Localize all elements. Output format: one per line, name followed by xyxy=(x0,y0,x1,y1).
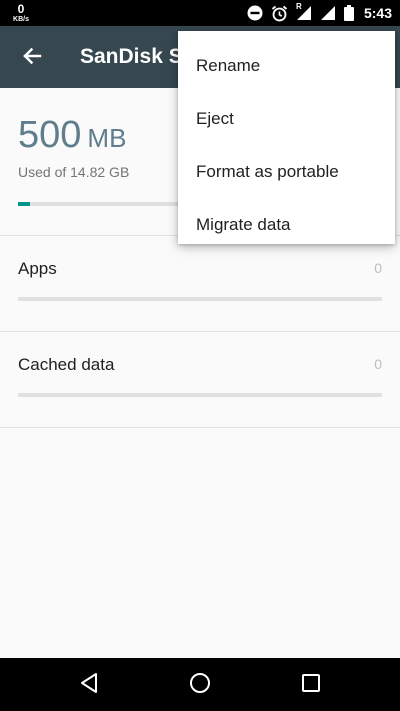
nav-back-button[interactable] xyxy=(69,669,109,701)
storage-used-of: Used of 14.82 GB xyxy=(18,164,130,180)
arrow-back-icon xyxy=(22,46,42,71)
signal-icon: R xyxy=(295,2,312,21)
back-triangle-icon xyxy=(79,672,99,699)
menu-item-eject[interactable]: Eject xyxy=(178,92,395,145)
back-button[interactable] xyxy=(12,38,52,78)
status-clock: 5:43 xyxy=(363,5,392,21)
nav-home-button[interactable] xyxy=(180,669,220,701)
recents-square-icon xyxy=(301,673,321,698)
list-item-value: 0 xyxy=(374,260,382,276)
storage-used-amount: 500 MB xyxy=(18,114,126,157)
list-item-bar xyxy=(18,393,382,397)
roaming-indicator: R xyxy=(295,2,302,11)
home-circle-icon xyxy=(189,672,211,699)
list-item-label: Apps xyxy=(18,259,57,278)
status-bar: 0 KB/s R 5:43 xyxy=(0,0,400,26)
storage-used-unit: MB xyxy=(87,123,127,153)
list-item-bar xyxy=(18,297,382,301)
status-icons: R 5:43 xyxy=(247,0,392,26)
divider xyxy=(0,427,400,428)
battery-icon xyxy=(343,5,354,21)
storage-progress-fill xyxy=(18,202,30,206)
list-item-label: Cached data xyxy=(18,355,115,374)
do-not-disturb-icon xyxy=(247,5,263,21)
storage-used-value: 500 xyxy=(18,114,82,156)
menu-item-format-as-portable[interactable]: Format as portable xyxy=(178,145,395,198)
nav-recents-button[interactable] xyxy=(291,669,331,701)
overflow-menu: Rename Eject Format as portable Migrate … xyxy=(178,31,395,244)
menu-item-rename[interactable]: Rename xyxy=(178,39,395,92)
list-item-value: 0 xyxy=(374,356,382,372)
network-speed-unit: KB/s xyxy=(13,16,29,23)
alarm-icon xyxy=(271,5,288,22)
signal-icon xyxy=(320,5,336,21)
network-speed-value: 0 xyxy=(17,2,25,16)
list-item-cached-data[interactable]: Cached data 0 xyxy=(0,332,400,427)
network-speed: 0 KB/s xyxy=(10,3,32,23)
navigation-bar xyxy=(0,658,400,711)
menu-item-migrate-data[interactable]: Migrate data xyxy=(178,198,395,251)
